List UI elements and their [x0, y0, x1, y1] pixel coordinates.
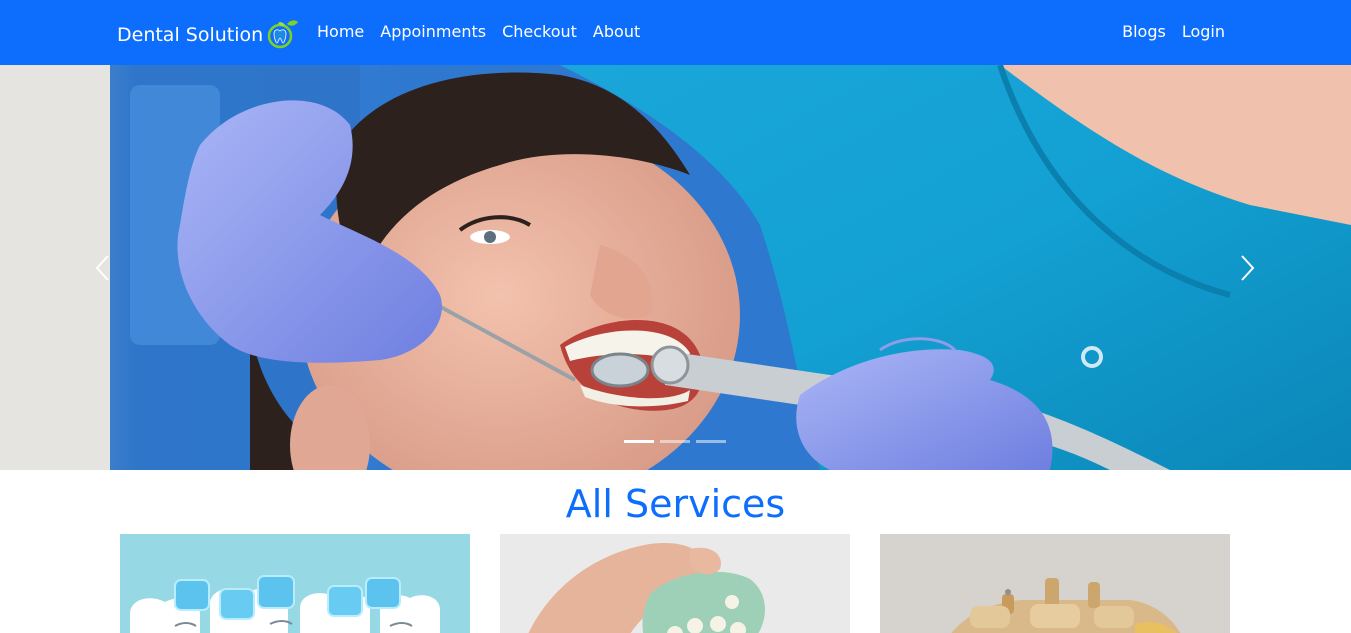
nav-about[interactable]: About	[593, 22, 640, 42]
carousel-indicator-2[interactable]	[660, 440, 690, 443]
navbar: Dental Solution Home Appoinments Checkou…	[0, 0, 1351, 65]
service-card-1[interactable]	[120, 534, 470, 633]
carousel-prev-button[interactable]	[42, 65, 162, 470]
chevron-left-icon	[95, 254, 109, 281]
nav-blogs[interactable]: Blogs	[1122, 22, 1166, 42]
nav-home[interactable]: Home	[317, 22, 364, 42]
brand-link[interactable]: Dental Solution	[117, 18, 301, 52]
chevron-right-icon	[1241, 254, 1255, 281]
carousel-indicators	[624, 440, 726, 443]
hero-carousel	[0, 65, 1351, 470]
teeth-illustration-image	[120, 534, 470, 633]
carousel-slide-image	[0, 65, 1351, 470]
service-card-2[interactable]	[500, 534, 850, 633]
carousel-next-button[interactable]	[1188, 65, 1308, 470]
tooth-leaf-logo-icon	[267, 20, 299, 49]
dental-prosthesis-image	[500, 534, 850, 633]
services-title: All Services	[565, 482, 786, 526]
carousel-indicator-3[interactable]	[696, 440, 726, 443]
dental-implant-model-image	[880, 534, 1230, 633]
brand-name: Dental Solution	[117, 24, 264, 46]
nav-links-left: Home Appoinments Checkout About	[317, 22, 640, 42]
nav-appointments[interactable]: Appoinments	[380, 22, 486, 42]
nav-checkout[interactable]: Checkout	[502, 22, 577, 42]
nav-login[interactable]: Login	[1182, 22, 1225, 42]
service-card-3[interactable]	[880, 534, 1230, 633]
carousel-indicator-1[interactable]	[624, 440, 654, 443]
nav-links-right: Blogs Login	[1122, 22, 1225, 42]
